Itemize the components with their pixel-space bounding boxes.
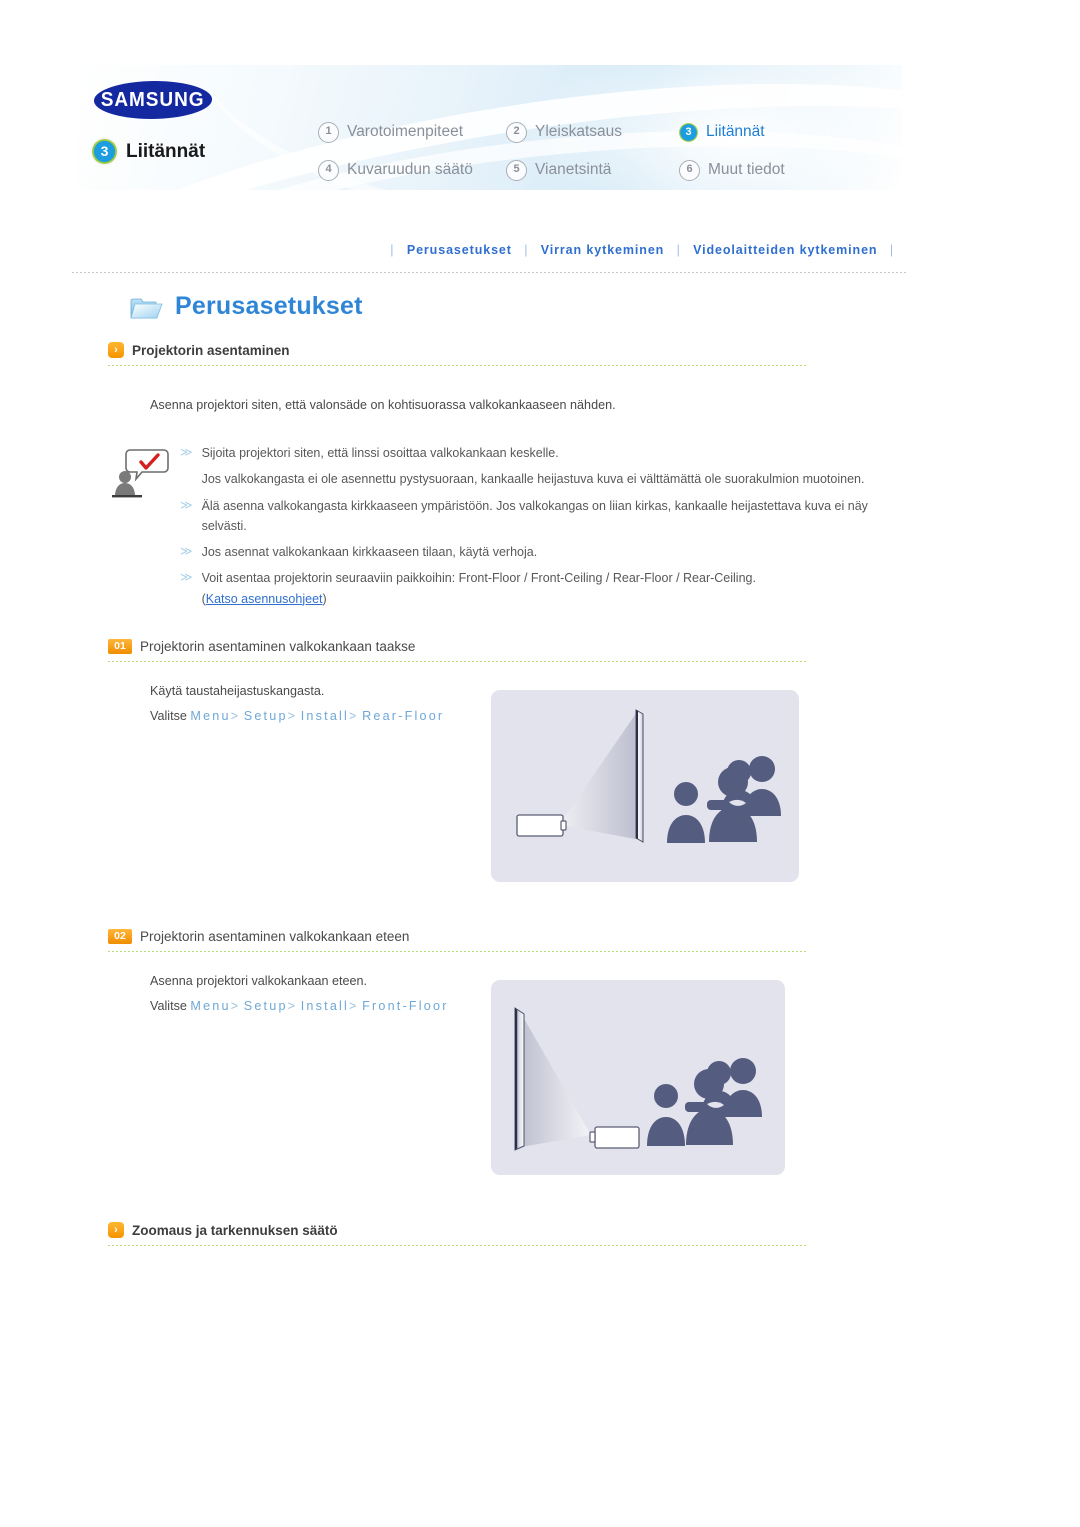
subnav-separator-0: | [390,243,395,257]
nav-label-4: Kuvaruudun säätö [347,161,473,178]
notice-item: ≫ Älä asenna valkokangasta kirkkaaseen y… [180,496,872,537]
install-guide-link[interactable]: Katso asennusohjeet [206,592,323,606]
step-divider-02 [108,951,808,952]
nav-badge-2: 2 [506,121,527,143]
notice-item: ≫ Jos valkokangasta ei ole asennettu pys… [180,469,872,489]
step-menu-path-01: Valitse Menu> Setup> Install> Rear-Floor [150,704,444,729]
nav-label-1: Varotoimenpiteet [347,123,464,140]
notice-item: ≫ Jos asennat valkokankaan kirkkaaseen t… [180,542,872,562]
step-number-badge-02: 02 [108,929,132,944]
path-separator: > [230,708,239,723]
step-number-badge-01: 01 [108,639,132,654]
notice-item: ≫ Voit asentaa projektorin seuraaviin pa… [180,568,872,609]
breadcrumb-subnav: | Perusasetukset | Virran kytkeminen | V… [78,243,906,266]
step-line2-prefix-02: Valitse [150,998,191,1013]
current-chapter-tag: 3 Liitännät [92,139,205,164]
notice-text: Jos asennat valkokankaan kirkkaaseen til… [201,545,538,559]
notice-block: ≫ Sijoita projektori siten, että linssi … [112,443,872,609]
nav-badge-4: 4 [318,159,339,181]
step-line1-01: Käytä taustaheijastuskangasta. [150,684,325,698]
step-text-01: Käytä taustaheijastuskangasta. Valitse M… [150,679,444,728]
path-token: Install [300,708,350,723]
chapter-number-badge: 3 [92,139,117,164]
link-paren-close: ) [322,591,327,606]
section-intro-text: Asenna projektori siten, että valonsäde … [150,398,616,412]
nav-badge-6: 6 [679,159,700,181]
chapter-nav-grid: 1 Varotoimenpiteet 2 Yleiskatsaus 3 Liit… [318,113,785,189]
path-token: Menu [190,708,231,723]
double-chevron-icon: ≫ [180,544,193,558]
step-menu-path-02: Valitse Menu> Setup> Install> Front-Floo… [150,994,449,1019]
path-separator: > [349,998,357,1013]
subnav-link-videolaitteiden-kytkeminen[interactable]: Videolaitteiden kytkeminen [693,243,877,257]
nav-badge-5: 5 [506,159,527,181]
subnav-divider [72,272,908,273]
nav-item-varotoimenpiteet[interactable]: 1 Varotoimenpiteet [318,113,488,151]
page-title: Perusasetukset [130,292,363,321]
nav-item-muut-tiedot[interactable]: 6 Muut tiedot [679,151,785,189]
subnav-separator-3: | [889,243,894,257]
samsung-logo: SAMSUNG [92,81,214,119]
section-heading-zoomaus: › Zoomaus ja tarkennuksen säätö [108,1222,808,1245]
path-separator: > [349,708,357,723]
section-divider-1 [108,365,808,366]
nav-item-liitannat[interactable]: 3 Liitännät [679,113,785,151]
path-token: Rear-Floor [362,708,445,723]
nav-badge-1: 1 [318,121,339,143]
front-floor-projection-diagram [491,980,785,1175]
nav-label-6: Muut tiedot [708,161,785,178]
path-separator: > [287,708,296,723]
double-chevron-icon: ≫ [180,497,193,512]
path-token: Front-Floor [362,998,449,1013]
page-title-text: Perusasetukset [175,292,363,320]
double-chevron-icon: ≫ [180,445,193,459]
nav-label-5: Vianetsintä [535,161,612,178]
folder-icon [130,294,163,320]
step-divider-01 [108,661,808,662]
nav-item-kuvaruudun-saato[interactable]: 4 Kuvaruudun säätö [318,151,488,189]
page-header-banner: SAMSUNG 3 Liitännät 1 Varotoimenpiteet 2… [78,65,902,190]
subnav-link-perusasetukset[interactable]: Perusasetukset [407,243,512,257]
path-token: Setup [243,708,288,723]
nav-badge-3: 3 [679,122,698,142]
person-speech-check-icon [112,448,170,500]
step-heading-label-01: Projektorin asentaminen valkokankaan taa… [140,639,416,654]
path-token: Setup [243,998,288,1013]
nav-label-2: Yleiskatsaus [535,123,623,140]
step-text-02: Asenna projektori valkokankaan eteen. Va… [150,969,449,1018]
section-divider-2 [108,1245,808,1246]
step-heading-label-02: Projektorin asentaminen valkokankaan ete… [140,929,410,944]
section-heading-projektorin-asentaminen: › Projektorin asentaminen [108,342,808,365]
notice-list: ≫ Sijoita projektori siten, että linssi … [180,443,872,609]
notice-text: Voit asentaa projektorin seuraaviin paik… [201,571,756,586]
step-line2-prefix-01: Valitse [150,708,191,723]
subnav-link-virran-kytkeminen[interactable]: Virran kytkeminen [541,243,664,257]
subnav-separator-1: | [524,243,529,257]
path-token: Menu [190,998,231,1013]
orange-chevron-icon: › [108,1222,124,1238]
path-separator: > [230,998,239,1013]
step-heading-01: 01 Projektorin asentaminen valkokankaan … [108,639,808,661]
step-heading-02: 02 Projektorin asentaminen valkokankaan … [108,929,808,951]
path-token: Install [300,998,350,1013]
nav-label-3: Liitännät [706,123,765,140]
nav-item-yleiskatsaus[interactable]: 2 Yleiskatsaus [506,113,661,151]
step-line1-02: Asenna projektori valkokankaan eteen. [150,974,368,988]
path-separator: > [287,998,296,1013]
orange-chevron-icon: › [108,342,124,358]
section-heading-label: Projektorin asentaminen [132,342,290,358]
subnav-separator-2: | [676,243,681,257]
double-chevron-icon: ≫ [180,570,193,585]
notice-text: Älä asenna valkokangasta kirkkaaseen ymp… [201,498,868,533]
rear-floor-projection-diagram [491,690,799,882]
section2-heading-label: Zoomaus ja tarkennuksen säätö [132,1222,338,1238]
notice-text: Sijoita projektori siten, että linssi os… [201,446,559,460]
nav-item-vianetsinta[interactable]: 5 Vianetsintä [506,151,661,189]
chapter-title: Liitännät [126,140,206,162]
notice-item: ≫ Sijoita projektori siten, että linssi … [180,443,872,463]
notice-text: Jos valkokangasta ei ole asennettu pysty… [201,472,865,487]
samsung-logo-text: SAMSUNG [101,89,205,111]
